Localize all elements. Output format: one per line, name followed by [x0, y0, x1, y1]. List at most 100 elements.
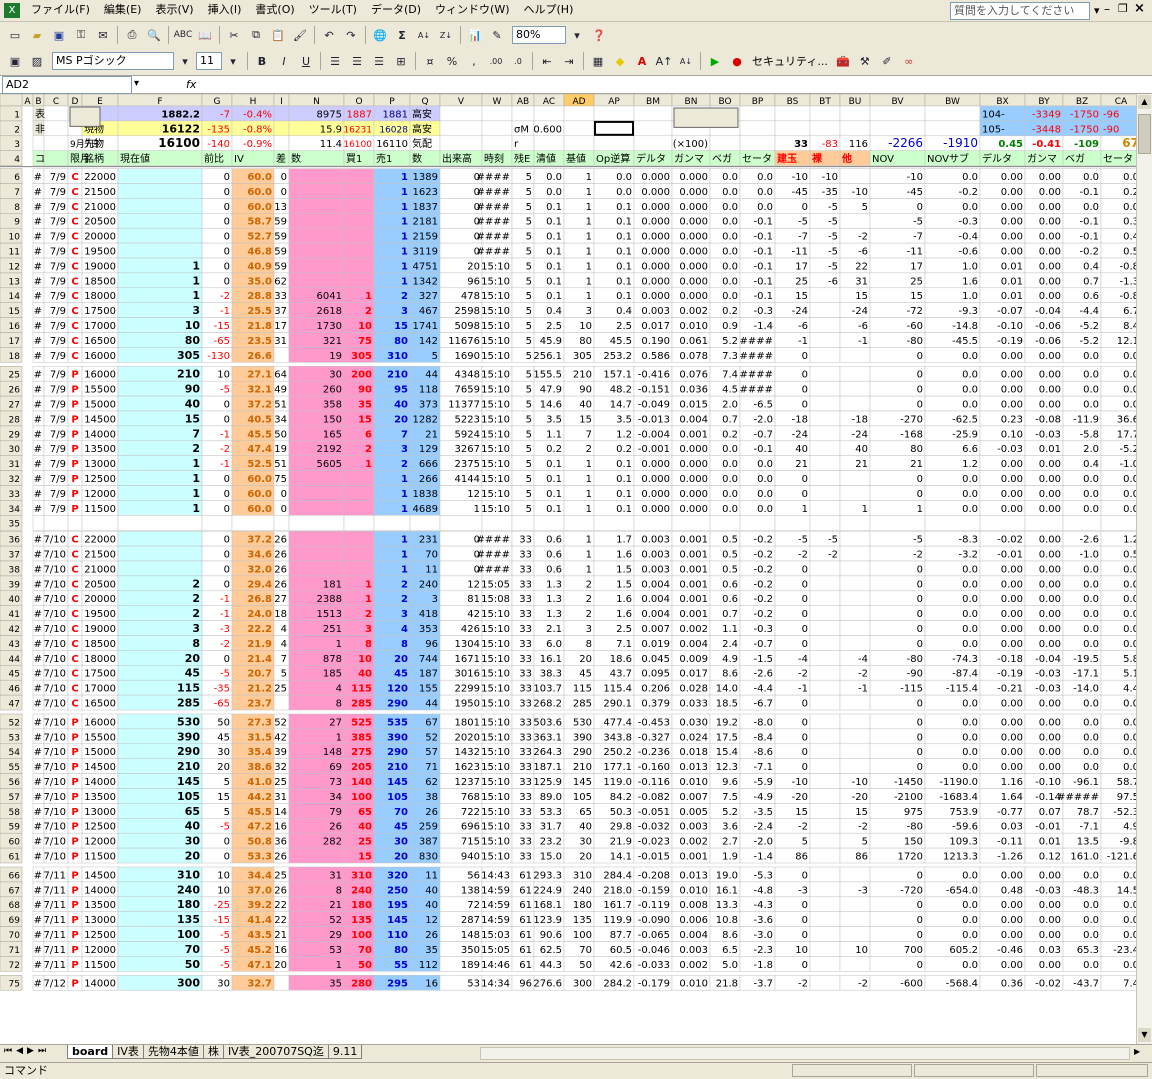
cell[interactable] [288, 168, 345, 184]
cell[interactable] [809, 911, 841, 927]
cell[interactable] [809, 758, 841, 774]
cell[interactable] [343, 515, 375, 531]
cell[interactable] [1062, 515, 1102, 531]
menu-item-1[interactable]: 編集(E) [97, 0, 149, 20]
cell[interactable] [709, 515, 741, 531]
cell[interactable] [869, 515, 926, 531]
cell[interactable] [117, 227, 203, 244]
cell[interactable] [117, 635, 203, 651]
cell[interactable] [117, 575, 203, 592]
cell[interactable] [739, 135, 776, 151]
scroll-up-icon[interactable]: ▲ [1138, 95, 1151, 109]
cell[interactable] [839, 530, 871, 547]
cell[interactable] [43, 105, 69, 122]
cell[interactable] [809, 380, 841, 397]
font-size-select[interactable]: 11 [196, 52, 222, 70]
cell[interactable] [343, 500, 375, 516]
cell[interactable] [117, 605, 203, 621]
cell[interactable] [563, 135, 595, 151]
cell[interactable] [774, 120, 811, 137]
cell[interactable] [343, 485, 375, 501]
cell[interactable] [511, 105, 535, 122]
cell[interactable] [809, 728, 841, 745]
menu-item-2[interactable]: 表示(V) [148, 0, 200, 20]
cell[interactable] [533, 515, 565, 531]
addins-icon[interactable]: ∞ [899, 52, 919, 70]
cell[interactable] [924, 105, 981, 122]
font-name-select[interactable]: MS Pゴシック [52, 52, 174, 70]
sheet-tab-0[interactable]: board [67, 1045, 114, 1059]
cell[interactable] [273, 694, 290, 711]
cell[interactable] [809, 694, 841, 711]
cell[interactable] [809, 620, 841, 636]
cell[interactable] [774, 105, 811, 122]
cell[interactable] [231, 515, 275, 531]
cell[interactable] [739, 515, 776, 531]
cell[interactable] [117, 590, 203, 606]
autosum-icon[interactable]: Σ [392, 26, 412, 44]
cell[interactable] [633, 515, 673, 531]
cell[interactable] [1024, 515, 1064, 531]
cell[interactable] [481, 105, 513, 122]
cell[interactable] [809, 650, 841, 666]
print-icon[interactable]: ⎙ [122, 26, 142, 44]
cell[interactable] [439, 515, 483, 531]
redo-icon[interactable]: ↷ [341, 26, 361, 44]
italic-icon[interactable]: I [274, 52, 294, 70]
cell[interactable] [43, 135, 69, 151]
cell[interactable] [288, 213, 345, 229]
cell[interactable] [809, 395, 841, 412]
sheet-tab-5[interactable]: 9.11 [327, 1045, 363, 1059]
cell[interactable] [839, 380, 871, 397]
toolbox-icon[interactable]: 🧰 [833, 52, 853, 70]
cell[interactable] [809, 743, 841, 759]
cell[interactable] [533, 135, 565, 151]
cell[interactable] [839, 395, 871, 412]
print-preview-icon[interactable]: 🔍 [144, 26, 164, 44]
cell[interactable] [117, 425, 203, 442]
cell[interactable] [809, 847, 841, 864]
cell[interactable] [343, 227, 375, 244]
cell[interactable] [839, 545, 871, 562]
cell[interactable] [563, 105, 595, 122]
cell[interactable] [839, 168, 871, 184]
cell[interactable] [809, 332, 841, 348]
security-button[interactable]: セキュリティ... [752, 53, 828, 69]
cell[interactable] [343, 257, 375, 274]
run-macro-icon[interactable]: ▶ [705, 52, 725, 70]
cell[interactable] [809, 347, 841, 363]
cell[interactable] [288, 515, 345, 531]
cell[interactable] [593, 515, 635, 531]
vertical-scrollbar[interactable]: ▲ ▼ [1136, 94, 1152, 1044]
cell[interactable] [839, 911, 871, 927]
cell[interactable] [117, 198, 203, 214]
bold-icon[interactable]: B [252, 52, 272, 70]
cell[interactable] [809, 896, 841, 912]
cell[interactable] [117, 272, 203, 289]
currency-icon[interactable]: ¤ [420, 52, 440, 70]
cell[interactable] [117, 620, 203, 636]
cell[interactable] [809, 773, 841, 789]
cell[interactable] [117, 455, 203, 471]
sheet-tab-3[interactable]: 株 [202, 1045, 224, 1059]
font-color-icon[interactable]: A [632, 52, 652, 70]
horizontal-scrollbar[interactable] [480, 1047, 1130, 1060]
font-dropdown-icon[interactable]: ▾ [175, 52, 195, 70]
cell[interactable] [739, 120, 776, 137]
cell[interactable] [288, 257, 345, 274]
name-box-dropdown-icon[interactable]: ▾ [134, 78, 139, 89]
cell[interactable] [1100, 515, 1136, 531]
cell[interactable] [439, 135, 483, 151]
cell[interactable] [288, 198, 345, 214]
shrink-font-icon[interactable]: A↓ [676, 52, 696, 70]
cell[interactable] [809, 560, 841, 577]
cell[interactable] [809, 926, 841, 942]
cell[interactable] [288, 183, 345, 199]
cell[interactable] [117, 485, 203, 501]
cell[interactable] [809, 941, 841, 957]
cell[interactable] [343, 470, 375, 486]
cell[interactable] [593, 105, 635, 122]
cell[interactable] [288, 227, 345, 244]
cell[interactable] [809, 590, 841, 606]
cell[interactable] [563, 120, 595, 137]
